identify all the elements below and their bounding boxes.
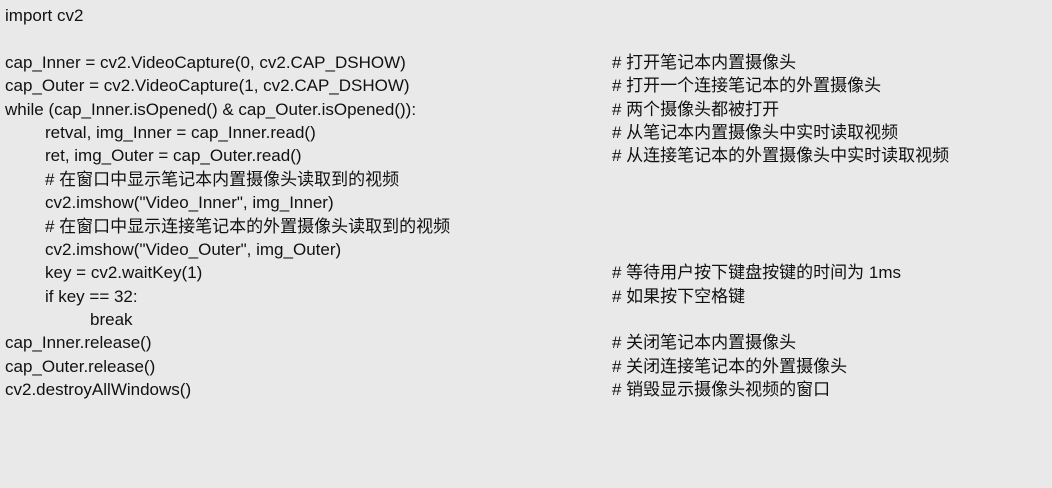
code-line-6: retval, img_Inner = cap_Inner.read() # 从…: [0, 121, 1052, 144]
code-text: cv2.destroyAllWindows(): [5, 380, 192, 400]
code-line-13: if key == 32: # 如果按下空格键: [0, 285, 1052, 308]
code-comment: # 打开一个连接笔记本的外置摄像头: [612, 76, 882, 96]
code-comment: # 从连接笔记本的外置摄像头中实时读取视频: [612, 146, 950, 166]
code-text: import cv2: [5, 6, 84, 25]
code-comment-line: # 在窗口中显示笔记本内置摄像头读取到的视频: [45, 169, 400, 189]
code-comment: # 等待用户按下键盘按键的时间为 1ms: [612, 263, 902, 283]
code-line-15: cap_Inner.release() # 关闭笔记本内置摄像头: [0, 331, 1052, 354]
code-text: cap_Outer = cv2.VideoCapture(1, cv2.CAP_…: [5, 76, 410, 96]
code-text: cap_Inner = cv2.VideoCapture(0, cv2.CAP_…: [5, 52, 406, 72]
code-text: ret, img_Outer = cap_Outer.read(): [45, 146, 302, 166]
code-text: cap_Outer.release(): [5, 356, 156, 376]
code-comment: # 关闭连接笔记本的外置摄像头: [612, 356, 848, 376]
code-comment: # 如果按下空格键: [612, 286, 746, 306]
code-comment: # 从笔记本内置摄像头中实时读取视频: [612, 122, 899, 142]
code-listing: import cv2 cap_Inner = cv2.VideoCapture(…: [0, 0, 1052, 488]
code-text: while (cap_Inner.isOpened() & cap_Outer.…: [5, 99, 417, 119]
code-text: cv2.imshow("Video_Outer", img_Outer): [45, 239, 342, 259]
code-text: retval, img_Inner = cap_Inner.read(): [45, 122, 316, 142]
code-line-1: import cv2: [0, 4, 1052, 27]
code-line-3: cap_Inner = cv2.VideoCapture(0, cv2.CAP_…: [0, 51, 1052, 74]
code-comment: # 销毁显示摄像头视频的窗口: [612, 380, 831, 400]
code-line-17: cv2.destroyAllWindows() # 销毁显示摄像头视频的窗口: [0, 378, 1052, 401]
code-text: if key == 32:: [45, 286, 138, 306]
code-line-11: cv2.imshow("Video_Outer", img_Outer): [0, 238, 1052, 261]
code-comment-line: # 在窗口中显示连接笔记本的外置摄像头读取到的视频: [45, 216, 451, 236]
code-line-9: cv2.imshow("Video_Inner", img_Inner): [0, 191, 1052, 214]
code-text: cv2.imshow("Video_Inner", img_Inner): [45, 193, 334, 213]
code-line-7: ret, img_Outer = cap_Outer.read() # 从连接笔…: [0, 144, 1052, 167]
code-line-4: cap_Outer = cv2.VideoCapture(1, cv2.CAP_…: [0, 74, 1052, 97]
code-comment: # 关闭笔记本内置摄像头: [612, 333, 797, 353]
code-text: cap_Inner.release(): [5, 333, 152, 353]
code-text: key = cv2.waitKey(1): [45, 263, 203, 283]
code-line-14: break: [0, 308, 1052, 331]
code-line-5: while (cap_Inner.isOpened() & cap_Outer.…: [0, 98, 1052, 121]
code-line-10: # 在窗口中显示连接笔记本的外置摄像头读取到的视频: [0, 215, 1052, 238]
code-comment: # 打开笔记本内置摄像头: [612, 52, 797, 72]
code-line-8: # 在窗口中显示笔记本内置摄像头读取到的视频: [0, 168, 1052, 191]
code-comment: # 两个摄像头都被打开: [612, 99, 780, 119]
code-line-12: key = cv2.waitKey(1) # 等待用户按下键盘按键的时间为 1m…: [0, 261, 1052, 284]
code-line-16: cap_Outer.release() # 关闭连接笔记本的外置摄像头: [0, 355, 1052, 378]
code-text: break: [90, 310, 133, 330]
